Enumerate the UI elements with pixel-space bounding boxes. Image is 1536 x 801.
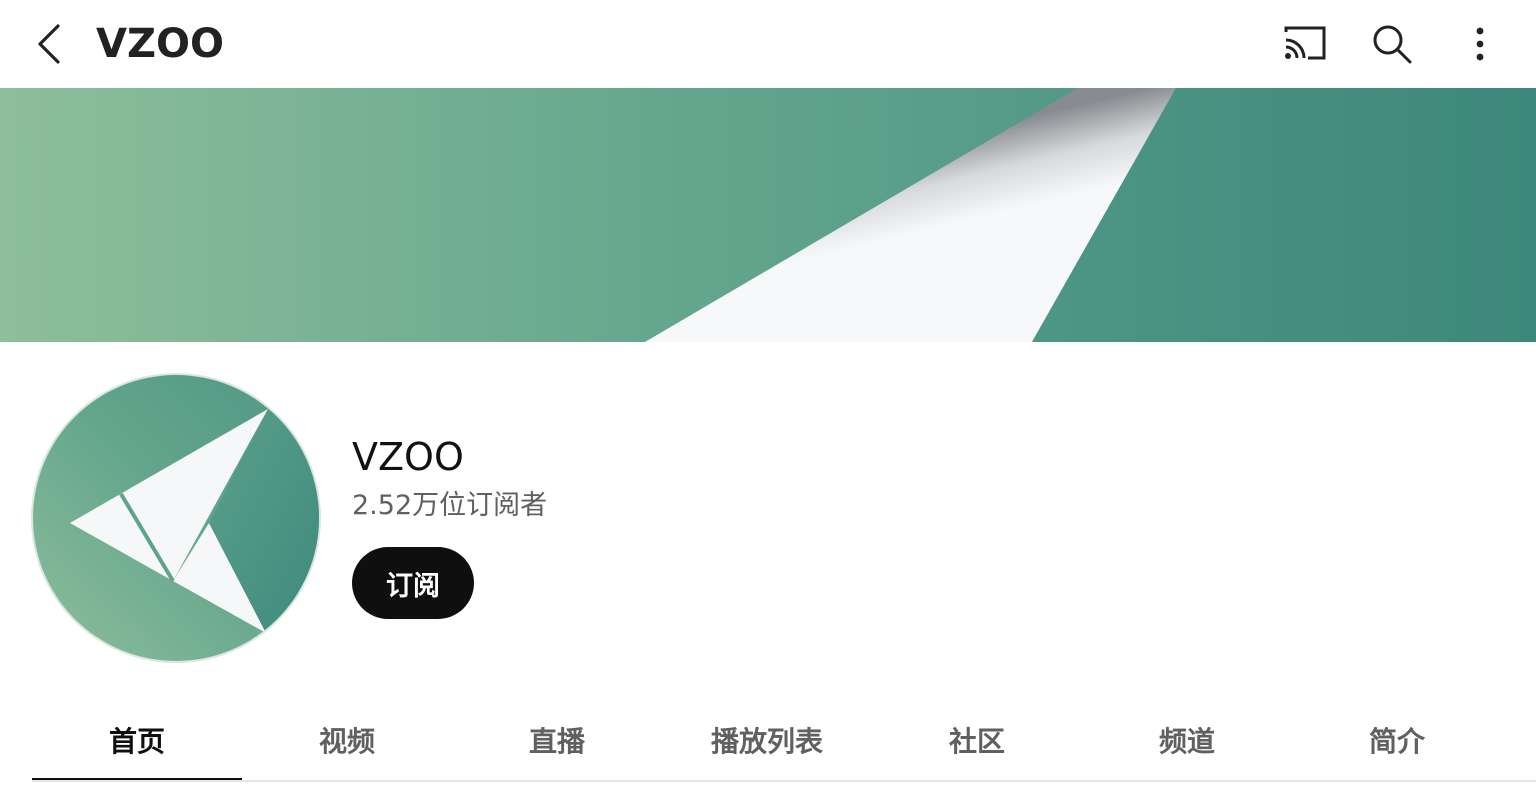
search-button[interactable]: [1368, 20, 1416, 68]
tab-videos[interactable]: 视频: [242, 700, 452, 780]
tab-live[interactable]: 直播: [452, 700, 662, 780]
page-title: VZOO: [96, 21, 224, 67]
channel-name: VZOO: [352, 435, 464, 479]
back-button[interactable]: [28, 20, 68, 68]
cast-button[interactable]: [1280, 20, 1328, 68]
more-options-button[interactable]: [1456, 20, 1504, 68]
channel-banner: [0, 88, 1536, 342]
chevron-left-icon: [38, 24, 60, 64]
subscribe-button[interactable]: 订阅: [352, 547, 474, 619]
channel-tabs: 首页 视频 直播 播放列表 社区 频道 简介: [32, 700, 1504, 782]
more-vert-icon: [1476, 27, 1484, 61]
search-icon: [1373, 25, 1412, 64]
tabs-divider: [32, 780, 1536, 782]
channel-avatar[interactable]: [31, 373, 321, 663]
tab-channels[interactable]: 频道: [1082, 700, 1292, 780]
top-app-bar: VZOO: [0, 0, 1536, 88]
cast-icon: [1284, 26, 1326, 60]
tab-home[interactable]: 首页: [32, 700, 242, 782]
subscriber-count: 2.52万位订阅者: [352, 490, 548, 521]
tab-playlists[interactable]: 播放列表: [662, 700, 872, 780]
vzoo-logo: [33, 375, 319, 661]
tab-about[interactable]: 简介: [1292, 700, 1502, 780]
tab-community[interactable]: 社区: [872, 700, 1082, 780]
banner-artwork: [0, 88, 1536, 342]
